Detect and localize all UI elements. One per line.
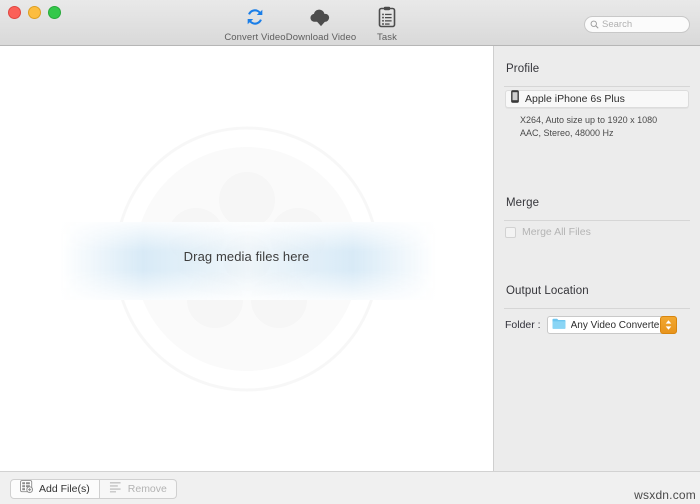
- search-input[interactable]: [602, 19, 684, 30]
- drop-zone-message: Drag media files here: [183, 249, 310, 264]
- main-toolbar: Convert Video Download Video Task: [222, 3, 420, 43]
- toolbar-label-convert-video: Convert Video: [224, 32, 286, 43]
- search-field[interactable]: [584, 16, 690, 33]
- output-folder-combobox[interactable]: Any Video Converter: [546, 316, 677, 334]
- toolbar-item-download-video[interactable]: Download Video: [285, 3, 357, 43]
- remove-button[interactable]: Remove: [99, 479, 177, 499]
- profile-divider: [504, 86, 690, 87]
- window-controls: [8, 6, 61, 19]
- output-folder-value: Any Video Converter: [570, 319, 663, 331]
- app-window: Convert Video Download Video Task Search…: [0, 0, 700, 504]
- output-location-divider: [504, 308, 690, 309]
- toolbar-label-task: Task: [377, 32, 397, 43]
- merge-divider: [504, 220, 690, 221]
- convert-video-icon: [244, 5, 266, 29]
- search-icon: [590, 20, 599, 29]
- iphone-icon: [511, 90, 519, 108]
- download-video-icon: [309, 5, 333, 29]
- profile-specs: X264, Auto size up to 1920 x 1080 AAC, S…: [520, 114, 657, 139]
- profile-section-title: Profile: [506, 63, 540, 75]
- merge-all-files-label: Merge All Files: [522, 226, 591, 238]
- profile-selector[interactable]: Apple iPhone 6s Plus: [505, 90, 689, 108]
- add-file-icon: [20, 480, 33, 498]
- toolbar-item-convert-video[interactable]: Convert Video: [222, 3, 288, 43]
- remove-label: Remove: [127, 483, 167, 495]
- remove-list-icon: [109, 480, 122, 498]
- toolbar-label-download-video: Download Video: [285, 32, 357, 43]
- maximize-button[interactable]: [48, 6, 61, 19]
- chevron-up-down-icon[interactable]: [659, 316, 677, 334]
- title-bar: Convert Video Download Video Task Search: [0, 0, 700, 46]
- settings-sidebar: Profile Apple iPhone 6s Plus X264, Auto …: [493, 46, 700, 471]
- folder-icon: [552, 316, 566, 334]
- merge-all-files-checkbox[interactable]: [505, 226, 516, 238]
- output-folder-row: Folder : Any Video Converter: [505, 316, 677, 334]
- bottom-toolbar: Add File(s) Remove Convert: [0, 471, 700, 504]
- close-button[interactable]: [8, 6, 21, 19]
- task-icon: [378, 5, 396, 29]
- toolbar-item-task[interactable]: Task: [354, 3, 420, 43]
- add-files-button[interactable]: Add File(s): [10, 479, 100, 499]
- add-files-label: Add File(s): [39, 483, 90, 495]
- profile-spec-video: X264, Auto size up to 1920 x 1080: [520, 115, 658, 125]
- media-drop-zone[interactable]: Drag media files here: [0, 46, 493, 471]
- output-folder-label: Folder :: [505, 319, 541, 331]
- site-watermark: wsxdn.com: [634, 488, 696, 502]
- merge-all-files-row[interactable]: Merge All Files: [505, 226, 591, 238]
- merge-section-title: Merge: [506, 197, 540, 209]
- output-location-section-title: Output Location: [506, 285, 589, 297]
- profile-spec-audio: AAC, Stereo, 48000 Hz: [520, 127, 614, 138]
- file-action-buttons: Add File(s) Remove: [10, 479, 177, 499]
- minimize-button[interactable]: [28, 6, 41, 19]
- profile-selected-value: Apple iPhone 6s Plus: [525, 93, 625, 105]
